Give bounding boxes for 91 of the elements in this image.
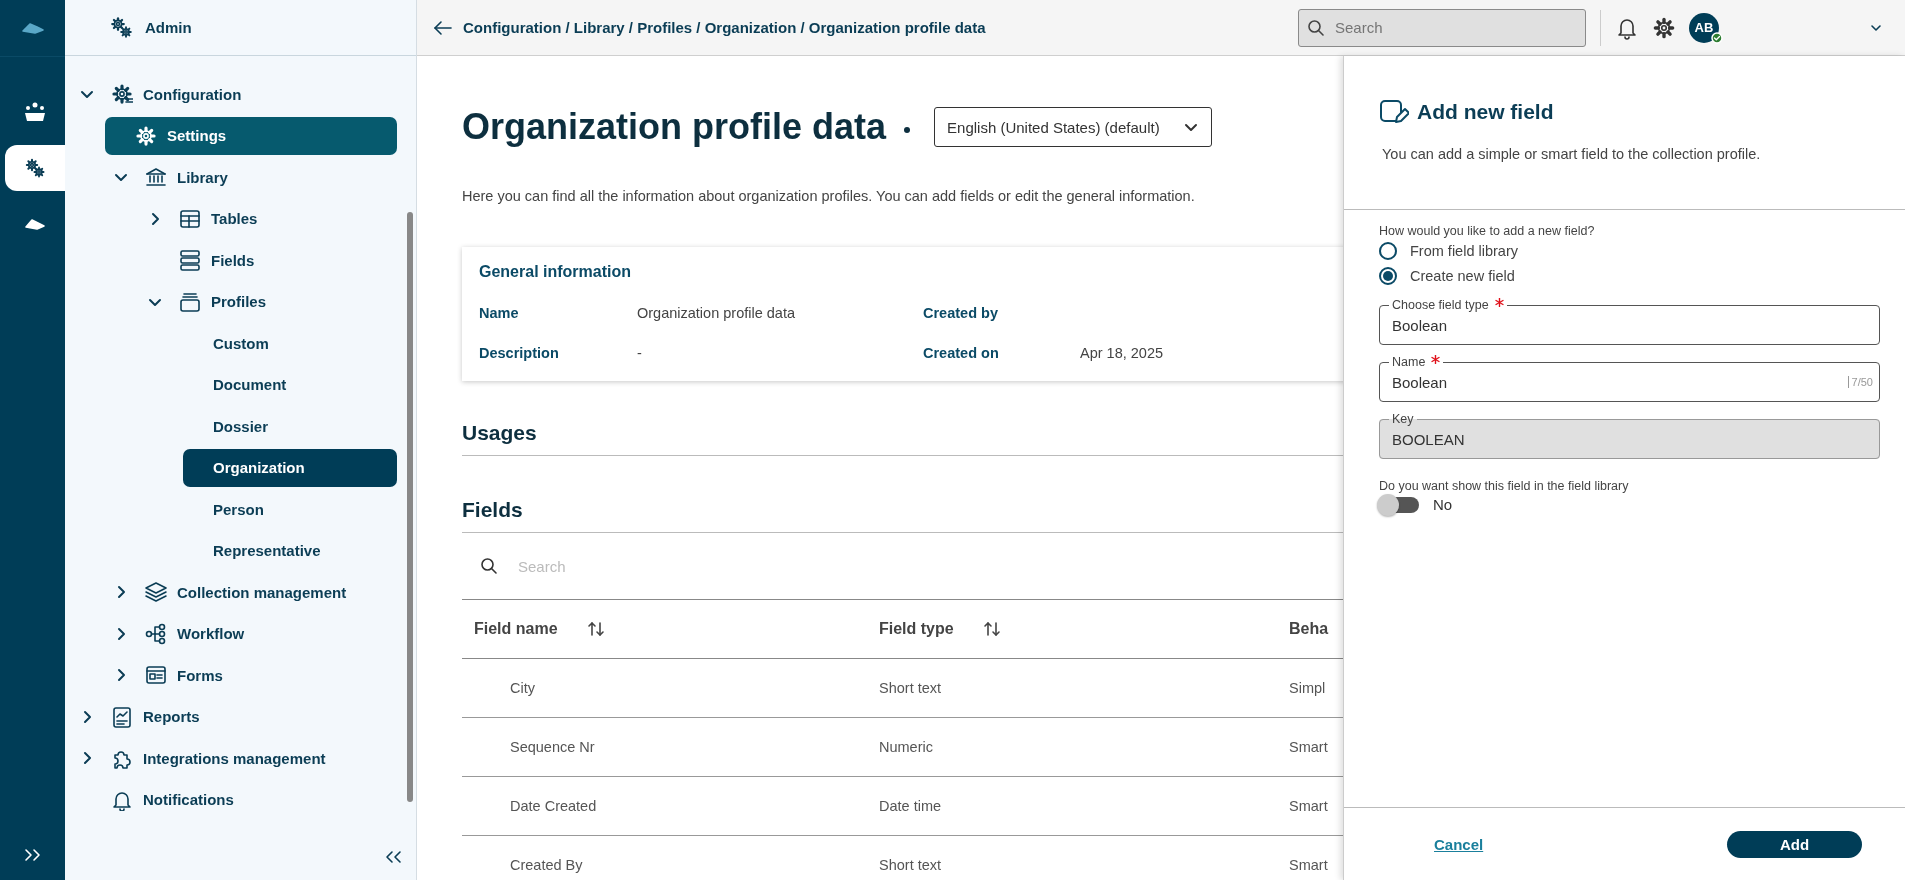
tray-icon: [179, 290, 201, 313]
text-field[interactable]: Name Boolean 7/50: [1379, 355, 1880, 402]
toggle-question: Do you want show this field in the field library: [1379, 479, 1630, 493]
table-icon: [179, 207, 201, 230]
settings-icon: [135, 124, 157, 147]
search-icon: [1307, 18, 1325, 37]
text-field[interactable]: Choose field type Boolean: [1379, 298, 1880, 345]
table-cell: Sequence Nr: [462, 717, 867, 777]
sidebar-item[interactable]: Document: [213, 365, 397, 404]
settings-icon: [111, 83, 133, 105]
search-icon: [480, 557, 498, 575]
search-bar[interactable]: Search: [1298, 8, 1586, 47]
search-field[interactable]: Search: [1333, 18, 1557, 37]
logo-icon: [20, 21, 45, 35]
info-label: Created on: [923, 345, 1000, 361]
sidebar-item[interactable]: Tables: [179, 199, 397, 238]
sidebar-item[interactable]: Workflow: [145, 614, 397, 653]
sidebar-item[interactable]: Settings: [105, 116, 397, 155]
sidebar-item[interactable]: Organization: [183, 448, 397, 487]
rail-tab[interactable]: [5, 145, 65, 191]
sidebar-item[interactable]: Person: [213, 490, 397, 528]
required-icon: [1431, 355, 1441, 364]
input-field[interactable]: Boolean: [1392, 373, 1848, 391]
people-icon: [23, 101, 47, 123]
table-cell: Date time: [867, 776, 1277, 836]
layers-icon: [145, 581, 167, 603]
column-header[interactable]: Field name: [474, 620, 606, 638]
info-label: Description: [479, 345, 560, 361]
table-cell: Short text: [867, 835, 1277, 880]
info-label: Created by: [923, 305, 999, 321]
radio-label[interactable]: From field library: [1410, 243, 1518, 259]
sort-icon: [981, 621, 1002, 637]
input-field[interactable]: Boolean: [1392, 316, 1867, 334]
info-value: Apr 18, 2025: [1080, 345, 1165, 361]
workflow-icon: [145, 622, 167, 645]
page-description: Here you can find all the information about organization profiles. You can add fields or edit the general information.: [462, 188, 1196, 204]
sidebar-item[interactable]: Fields: [179, 241, 397, 279]
drawer-subtitle: You can add a simple or smart field to the collection profile.: [1381, 146, 1762, 162]
sidebar-item[interactable]: Forms: [145, 656, 397, 694]
cancel-link[interactable]: Cancel: [1434, 835, 1484, 853]
radio-button[interactable]: [1379, 267, 1397, 285]
sidebar-item[interactable]: Integrations management: [111, 739, 397, 777]
sidebar-item[interactable]: Notifications: [111, 780, 397, 819]
collapse-icon[interactable]: [384, 850, 402, 864]
sidebar-item[interactable]: Reports: [111, 697, 397, 736]
table-cell: Created By: [462, 835, 867, 880]
page-title: Organization profile data: [462, 106, 887, 148]
sidebar-item[interactable]: Profiles: [179, 282, 397, 321]
settings-icon: [24, 157, 46, 179]
edit-icon: [1379, 98, 1409, 126]
field-label: Key: [1392, 412, 1414, 426]
list-icon: [179, 249, 201, 271]
info-value: Organization profile data: [637, 305, 796, 321]
radio-label[interactable]: Create new field: [1410, 268, 1515, 284]
report-icon: [111, 705, 133, 728]
sidebar-item[interactable]: Library: [145, 158, 397, 196]
sidebar-item[interactable]: Dossier: [213, 407, 397, 445]
table-cell: Date Created: [462, 776, 867, 836]
bank-icon: [145, 166, 167, 188]
table-cell: Numeric: [867, 717, 1277, 777]
drawer-title: Add new field: [1417, 100, 1554, 124]
back-arrow-icon[interactable]: [433, 19, 453, 36]
column-header[interactable]: Beha: [1289, 620, 1329, 638]
language-dropdown[interactable]: English (United States) (default): [934, 107, 1213, 147]
cloud-icon: [24, 217, 46, 231]
card-title: General information: [479, 263, 633, 281]
toggle-switch[interactable]: [1379, 496, 1419, 513]
add-button[interactable]: Add: [1727, 830, 1862, 858]
settings-icon: [109, 14, 135, 41]
breadcrumb: Configuration / Library / Profiles / Organization / Organization profile data: [463, 19, 986, 36]
online-status-icon: [1711, 31, 1723, 44]
field-label: Choose field type: [1392, 298, 1489, 312]
info-label: Name: [479, 305, 520, 321]
expand-icon[interactable]: [23, 848, 42, 862]
character-counter: 7/50: [1847, 376, 1873, 388]
sort-icon: [585, 621, 606, 637]
table-cell: Short text: [867, 658, 1277, 718]
field-label: Name: [1392, 355, 1426, 369]
required-icon: [1494, 298, 1504, 307]
column-header[interactable]: Field type: [879, 620, 1002, 638]
sidebar-item[interactable]: Configuration: [111, 75, 397, 113]
sidebar-item[interactable]: Custom: [213, 324, 397, 362]
sidebar-item[interactable]: Representative: [213, 531, 397, 570]
toggle-label: No: [1433, 496, 1453, 513]
table-cell: City: [462, 658, 867, 718]
radio-button[interactable]: [1379, 242, 1397, 260]
info-value: -: [637, 345, 643, 361]
sidebar-title: Admin: [145, 19, 192, 36]
sidebar-item[interactable]: Collection management: [145, 573, 397, 611]
form-icon: [145, 664, 167, 686]
radio-question: How would you like to add a new field?: [1379, 224, 1596, 238]
